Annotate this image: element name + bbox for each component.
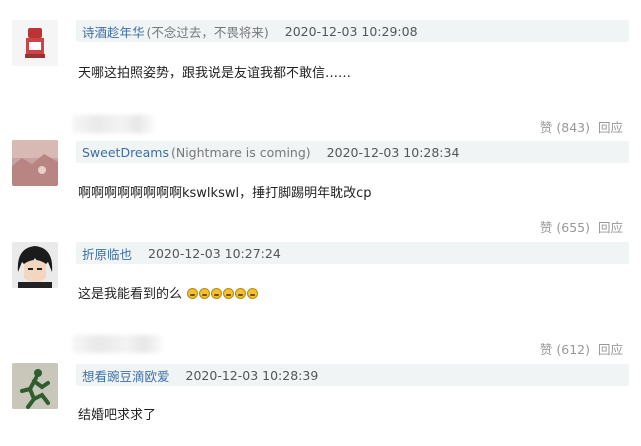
sad-face-emoji-icon <box>199 288 211 299</box>
avatar[interactable] <box>12 363 58 409</box>
pink-landscape-avatar <box>12 140 58 186</box>
user-motto: (不念过去，不畏将来) <box>146 24 269 40</box>
username-link[interactable]: 折原临也 <box>82 244 132 263</box>
comment-time: 2020-12-03 10:28:34 <box>326 144 460 160</box>
like-button[interactable]: 赞 (843) <box>540 117 590 136</box>
sad-face-emoji-icon <box>247 288 259 299</box>
comment-time: 2020-12-03 10:29:08 <box>284 23 418 39</box>
username-link[interactable]: SweetDreams <box>82 145 169 160</box>
comment-time: 2020-12-03 10:28:39 <box>185 367 319 383</box>
reply-button[interactable]: 回应 <box>598 217 623 236</box>
like-button[interactable]: 赞 (655) <box>540 217 590 236</box>
anime-boy-avatar <box>12 242 58 288</box>
like-button[interactable]: 赞 (612) <box>540 339 590 358</box>
comment-header: 想看豌豆滴欧爱 2020-12-03 10:28:39 <box>76 364 629 386</box>
reply-button[interactable]: 回应 <box>598 117 623 136</box>
user-motto: (Nightmare is coming) <box>170 144 311 160</box>
comment-text-body: 这是我能看到的么 <box>78 287 183 302</box>
comment-text: 啊啊啊啊啊啊啊啊kswlkswl，捶打脚踢明年耽改cp <box>78 186 372 201</box>
avatar[interactable] <box>12 140 58 186</box>
sad-face-emoji-icon <box>223 288 235 299</box>
sad-face-emoji-icon <box>235 288 247 299</box>
comment-header: SweetDreams (Nightmare is coming) 2020-1… <box>76 141 629 163</box>
blurred-reply-preview <box>72 115 154 133</box>
username-link[interactable]: 想看豌豆滴欧爱 <box>82 366 170 385</box>
username-link[interactable]: 诗酒趁年华 <box>82 22 145 41</box>
sad-face-emoji-icon <box>211 288 223 299</box>
sad-face-emoji-icon <box>187 288 199 299</box>
comment-header: 折原临也 2020-12-03 10:27:24 <box>76 242 629 264</box>
comment-text: 这是我能看到的么 <box>78 283 259 302</box>
comment-actions: 赞 (655) 回应 <box>540 217 623 236</box>
comment-actions: 赞 (843) 回应 <box>540 117 623 136</box>
comment-time: 2020-12-03 10:27:24 <box>148 245 281 261</box>
running-man-sign-avatar <box>12 363 58 409</box>
comment-header: 诗酒趁年华 (不念过去，不畏将来) 2020-12-03 10:29:08 <box>76 20 629 42</box>
avatar[interactable] <box>12 242 58 288</box>
blurred-reply-preview <box>72 335 162 353</box>
comment-actions: 赞 (612) 回应 <box>540 339 623 358</box>
figure-on-white-avatar <box>12 20 58 66</box>
avatar[interactable] <box>12 20 58 66</box>
emoji-row <box>186 287 259 302</box>
reply-button[interactable]: 回应 <box>598 339 623 358</box>
comment-text: 结婚吧求求了 <box>78 408 157 423</box>
comment-text: 天哪这拍照姿势，跟我说是友谊我都不敢信…… <box>78 66 352 81</box>
